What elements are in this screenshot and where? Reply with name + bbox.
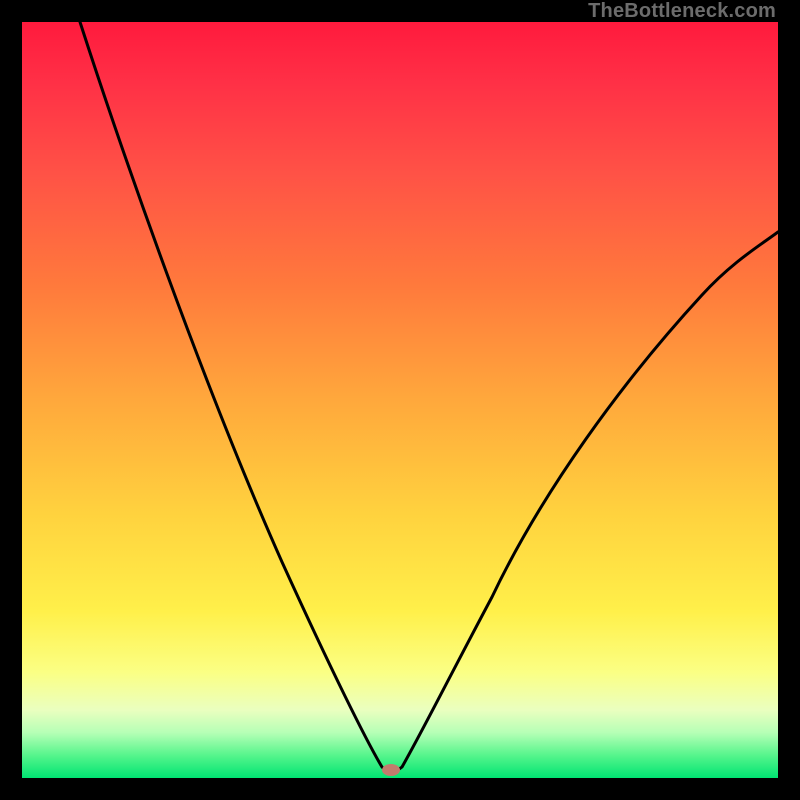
chart-frame: TheBottleneck.com — [0, 0, 800, 800]
curve-layer — [22, 22, 778, 778]
minimum-marker — [382, 764, 400, 776]
plot-area — [22, 22, 778, 778]
watermark-text: TheBottleneck.com — [588, 0, 776, 23]
bottleneck-curve — [80, 22, 778, 772]
